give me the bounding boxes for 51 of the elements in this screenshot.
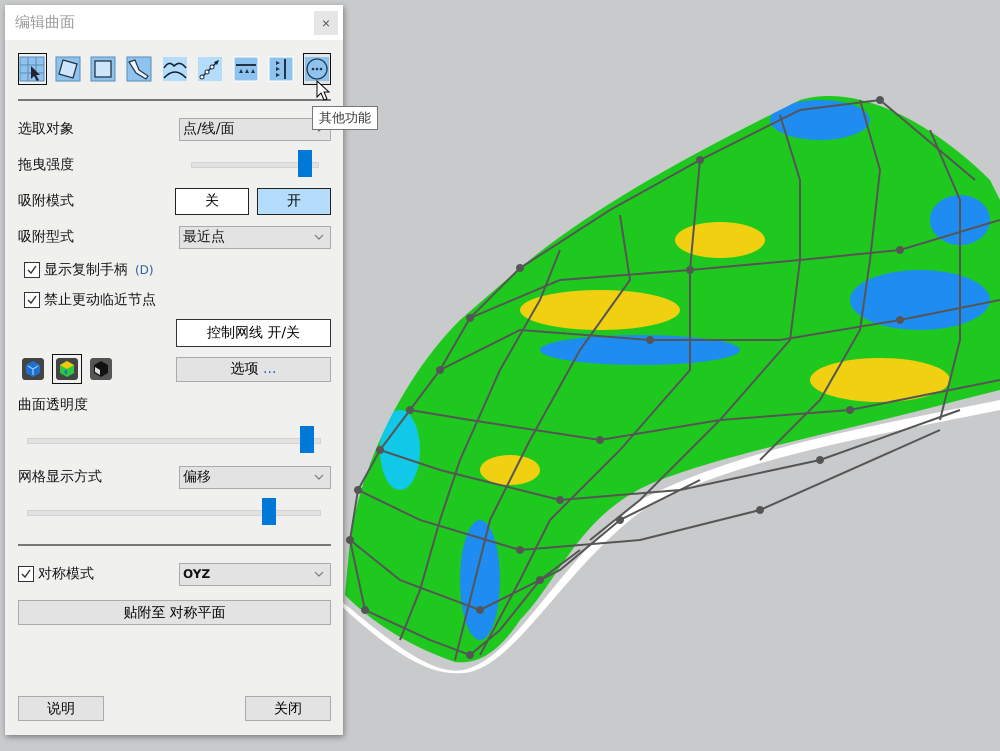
solid-cube-icon [90,358,112,380]
field-label: 吸附型式 [18,228,74,246]
field-label: 网格显示方式 [18,468,102,486]
symmetry-plane-dropdown[interactable]: OYZ [179,562,331,586]
checkbox[interactable] [24,292,40,308]
slider-thumb[interactable] [262,498,276,525]
field-label: 拖曳强度 [18,156,74,174]
rectangle-icon [90,56,116,82]
field-label: 曲面透明度 [18,396,88,414]
shaded-cube-icon [22,358,44,380]
checkbox[interactable] [18,566,34,582]
toggle-button[interactable]: 关 [175,188,249,214]
close-dialog-button[interactable]: 关闭 [245,696,331,721]
tool-button[interactable] [18,53,47,85]
pointer-cursor-icon [316,80,330,102]
wave-curve-icon [162,56,188,82]
chevron-down-icon [314,234,324,240]
display-mode-button[interactable] [52,354,82,384]
checkbox[interactable] [24,262,40,278]
checkbox-label: 显示复制手柄 [44,261,128,279]
chevron-down-icon [314,571,324,577]
window-title: 编辑曲面 [15,13,75,32]
help-button[interactable]: 说明 [18,696,104,721]
attach-button[interactable]: 贴附至 对称平面 [18,600,331,625]
checkmark-icon [26,264,38,276]
tooltip: 其他功能 [312,106,378,130]
checkbox-label: 禁止更动临近节点 [44,291,156,309]
slider-thumb[interactable] [300,426,314,453]
field-label: 吸附模式 [18,192,74,210]
vertical-edge-icon [268,56,294,82]
horizontal-edge-icon [232,56,259,82]
checkbox-label: 对称模式 [38,565,94,583]
more-options-icon [304,56,330,82]
mesh-display-dropdown[interactable]: 偏移 [179,466,331,488]
snap-type-dropdown[interactable]: 最近点 [179,226,331,248]
slider-thumb[interactable] [298,150,312,177]
quad-icon [54,56,81,82]
color-cube-icon [56,358,78,380]
select-icon [19,56,46,82]
close-button[interactable]: × [314,10,338,34]
line-points-icon [197,56,224,82]
checkmark-icon [26,294,38,306]
options-button[interactable]: 选项 ... [176,356,331,382]
shortcut-hint: (D) [135,263,154,277]
brush-icon [126,56,152,82]
checkmark-icon [20,568,32,580]
toggle-button[interactable]: 开 [257,188,331,214]
chevron-down-icon [314,474,324,480]
mesh-toggle-button[interactable]: 控制网线 开/关 [176,319,331,347]
field-label: 选取对象 [18,120,74,138]
tool-button[interactable] [302,53,332,85]
